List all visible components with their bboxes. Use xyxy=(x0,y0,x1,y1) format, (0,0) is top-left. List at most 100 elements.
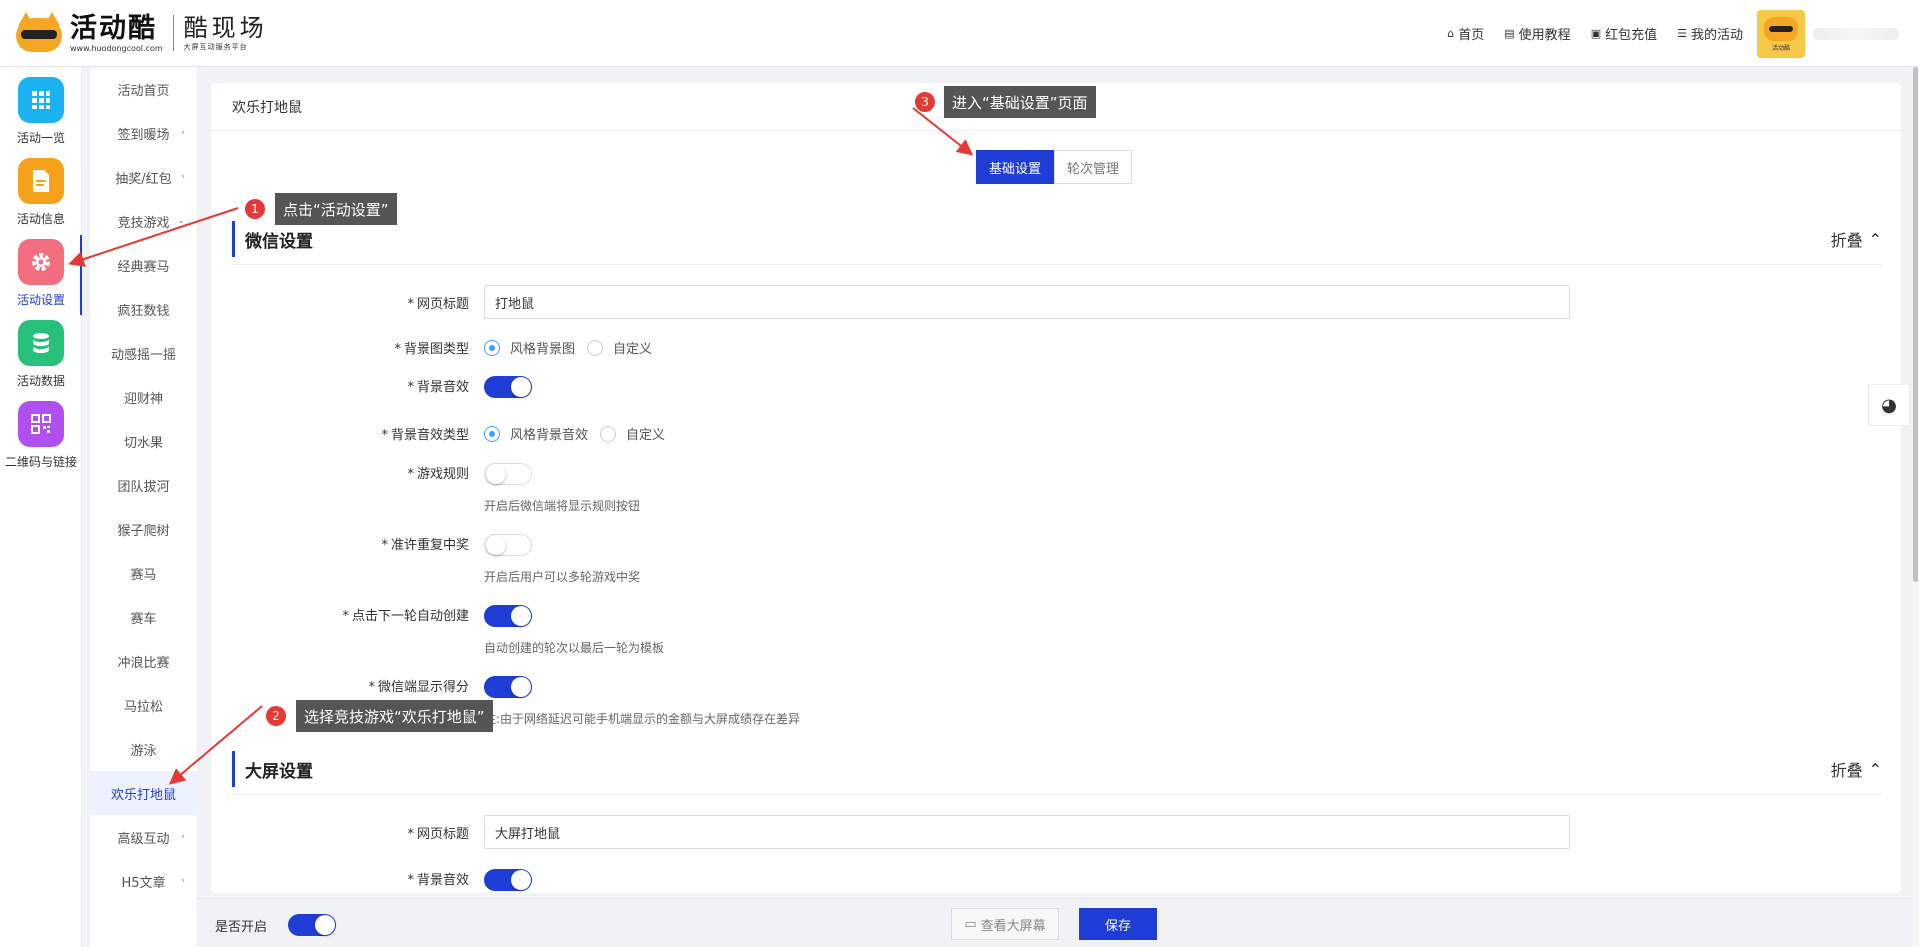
sidebar-item-activity-info[interactable]: 活动信息 xyxy=(0,158,82,238)
annotation-callout: 进入“基础设置”页面 xyxy=(944,86,1096,118)
sidebar-item-label: 二维码与链接 xyxy=(4,455,77,469)
form-row-page-title: * 网页标题 打地鼠 xyxy=(211,285,1901,319)
subnav-item[interactable]: 赛车 xyxy=(90,595,197,639)
subnav-item[interactable]: 迎财神 xyxy=(90,375,197,419)
gear-icon xyxy=(18,239,64,285)
nav-my-activities-label: 我的活动 xyxy=(1690,28,1743,43)
radio-style-bg[interactable]: 风格背景图 xyxy=(484,338,575,357)
main-sidebar: 活动一览 活动信息 活动设置 活动数据 二维码与链接 xyxy=(0,67,82,947)
enable-toggle[interactable] xyxy=(288,914,336,936)
field-label: 准许重复中奖 xyxy=(390,538,469,553)
sub-sidebar: 活动首页 签到暖场 › 抽奖/红包 › 竞技游戏 ⌄ 经典赛马 疯狂数钱 动感摇一摇 … xyxy=(90,67,197,947)
logo-text: 活动酷 xyxy=(70,12,157,44)
avatar-label: 活动酷 xyxy=(1771,44,1790,52)
enable-label: 是否开启 xyxy=(215,920,268,935)
penguin-icon: ◕ xyxy=(1881,394,1897,416)
qrcode-icon xyxy=(18,401,64,447)
subnav-item[interactable]: 竞技游戏 ⌄ xyxy=(90,199,197,243)
field-label: 网页标题 xyxy=(416,297,469,312)
wallet-icon: ▣ xyxy=(1590,27,1602,40)
chevron-right-icon: › xyxy=(181,172,185,182)
nav-tutorial[interactable]: ▤ 使用教程 xyxy=(1504,24,1570,43)
repeat-win-toggle[interactable] xyxy=(484,534,532,556)
field-label: 背景音效 xyxy=(416,873,469,888)
scrollbar-thumb[interactable] xyxy=(1913,67,1918,582)
radio-custom-sound[interactable]: 自定义 xyxy=(600,424,665,443)
nav-recharge[interactable]: ▣ 红包充值 xyxy=(1591,24,1657,43)
fold-button[interactable]: 折叠 ⌃ xyxy=(1831,227,1882,251)
subnav-item[interactable]: 签到暖场 › xyxy=(90,111,197,155)
view-bigscreen-button[interactable]: ▭ 查看大屏幕 xyxy=(951,908,1059,940)
subnav-item[interactable]: 抽奖/红包 › xyxy=(90,155,197,199)
sidebar-item-activity-data[interactable]: 活动数据 xyxy=(0,320,82,400)
list-icon: ☰ xyxy=(1677,27,1687,40)
fold-button[interactable]: 折叠 ⌃ xyxy=(1831,757,1882,781)
sidebar-item-label: 活动信息 xyxy=(16,212,65,226)
subnav-item[interactable]: 赛马 xyxy=(90,551,197,595)
subnav-item[interactable]: 活动首页 xyxy=(90,67,197,111)
subnav-item[interactable]: 马拉松 xyxy=(90,683,197,727)
chevron-right-icon: › xyxy=(181,832,185,842)
username-blurred[interactable] xyxy=(1813,28,1899,40)
page-title-input[interactable]: 打地鼠 xyxy=(484,285,1570,319)
subnav-label: H5文章 xyxy=(121,875,166,891)
sidebar-item-activity-settings[interactable]: 活动设置 xyxy=(0,235,82,319)
subnav-label: 赛马 xyxy=(130,567,157,583)
fold-label: 折叠 xyxy=(1830,761,1863,780)
logo-divider xyxy=(172,15,174,51)
field-hint: 开启后用户可以多轮游戏中奖 xyxy=(484,570,641,584)
nav-my-activities[interactable]: ☰ 我的活动 xyxy=(1677,24,1743,43)
subnav-item[interactable]: H5文章 › xyxy=(90,859,197,903)
rules-toggle[interactable] xyxy=(484,463,532,485)
field-label: 点击下一轮自动创建 xyxy=(351,609,469,624)
subnav-label: 迎财神 xyxy=(123,391,163,407)
header-nav: ⌂ 首页 ▤ 使用教程 ▣ 红包充值 ☰ 我的活动 xyxy=(1447,0,1743,67)
auto-next-toggle[interactable] xyxy=(484,605,532,627)
chevron-right-icon: › xyxy=(181,128,185,138)
subnav-label: 团队拔河 xyxy=(117,479,170,495)
subnav-item[interactable]: 高级互动 › xyxy=(90,815,197,859)
subnav-item[interactable]: 疯狂数钱 xyxy=(90,287,197,331)
screen-title-input[interactable]: 大屏打地鼠 xyxy=(484,815,1570,849)
logo[interactable]: 活动酷 www.huodongcool.com 酷现场 大屏互动服务平台 xyxy=(12,10,268,56)
nav-home-label: 首页 xyxy=(1458,28,1485,43)
avatar[interactable]: 活动酷 xyxy=(1757,10,1805,58)
sidebar-item-label: 活动数据 xyxy=(16,374,65,388)
field-label: 网页标题 xyxy=(416,827,469,842)
form-row-bg-type: * 背景图类型 风格背景图 自定义 xyxy=(211,338,1901,357)
chevron-up-icon: ⌃ xyxy=(1868,759,1882,779)
radio-custom-bg[interactable]: 自定义 xyxy=(587,338,652,357)
chevron-down-icon: ⌄ xyxy=(177,216,185,226)
subnav-item[interactable]: 动感摇一摇 xyxy=(90,331,197,375)
save-button[interactable]: 保存 xyxy=(1079,908,1157,940)
sidebar-item-qrcode-links[interactable]: 二维码与链接 xyxy=(0,401,82,481)
screen-sound-toggle[interactable] xyxy=(484,869,532,891)
sidebar-item-activity-list[interactable]: 活动一览 xyxy=(0,77,82,157)
chevron-right-icon: › xyxy=(181,876,185,886)
subnav-item[interactable]: 冲浪比赛 xyxy=(90,639,197,683)
logo-url: www.huodongcool.com xyxy=(70,43,163,53)
annotation-callout: 点击“活动设置” xyxy=(275,193,397,225)
subnav-item[interactable]: 游泳 xyxy=(90,727,197,771)
nav-recharge-label: 红包充值 xyxy=(1605,28,1658,43)
subnav-item-whack-a-mole[interactable]: 欢乐打地鼠 xyxy=(90,771,197,815)
show-score-toggle[interactable] xyxy=(484,676,532,698)
field-hint: 注:由于网络延迟可能手机端显示的金额与大屏成绩存在差异 xyxy=(484,712,801,726)
tab-basic-settings[interactable]: 基础设置 xyxy=(976,150,1055,184)
subnav-item[interactable]: 经典赛马 xyxy=(90,243,197,287)
subnav-item[interactable]: 切水果 xyxy=(90,419,197,463)
subnav-label: 猴子爬树 xyxy=(117,523,170,539)
subnav-label: 切水果 xyxy=(123,435,163,451)
sidebar-item-label: 活动一览 xyxy=(16,131,65,145)
nav-home[interactable]: ⌂ 首页 xyxy=(1447,24,1484,43)
radio-label: 风格背景图 xyxy=(510,342,576,357)
bg-sound-toggle[interactable] xyxy=(484,376,532,398)
home-icon: ⌂ xyxy=(1447,27,1455,40)
tab-round-management[interactable]: 轮次管理 xyxy=(1054,150,1133,184)
qq-service-button[interactable]: ◕ xyxy=(1868,384,1910,426)
radio-style-sound[interactable]: 风格背景音效 xyxy=(484,424,588,443)
radio-label: 自定义 xyxy=(613,342,653,357)
sidebar-item-label: 活动设置 xyxy=(16,293,65,307)
subnav-item[interactable]: 团队拔河 xyxy=(90,463,197,507)
subnav-item[interactable]: 猴子爬树 xyxy=(90,507,197,551)
